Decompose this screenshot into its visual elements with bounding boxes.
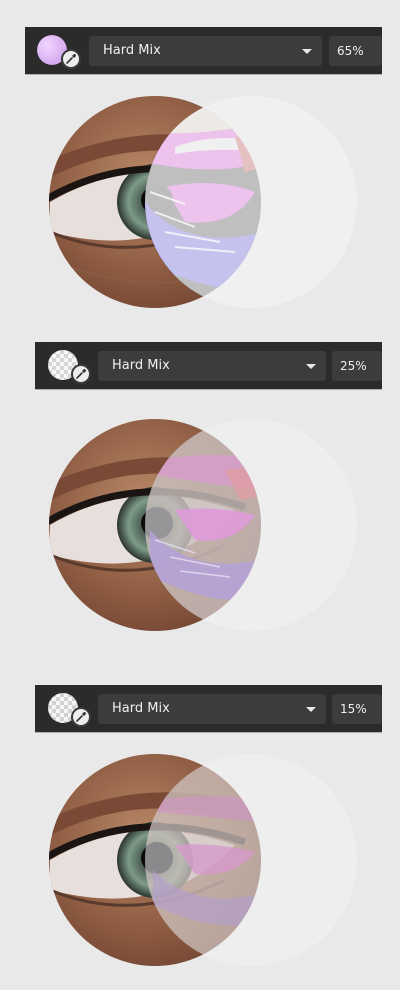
blend-toolbar: Hard Mix 25% <box>35 342 382 389</box>
hard-mix-example-15: Hard Mix 15% <box>0 658 400 988</box>
hard-mix-example-65: Hard Mix 65% <box>0 0 400 330</box>
opacity-value: 15% <box>340 702 367 716</box>
eyedropper-icon <box>66 54 76 64</box>
blend-toolbar: Hard Mix 65% <box>25 27 382 74</box>
hard-mix-example-25: Hard Mix 25% <box>0 315 400 645</box>
blend-toolbar: Hard Mix 15% <box>35 685 382 732</box>
opacity-field[interactable]: 15% <box>332 694 382 724</box>
blend-mode-dropdown[interactable]: Hard Mix <box>98 694 326 724</box>
eye-preview <box>49 754 357 966</box>
opacity-field[interactable]: 25% <box>332 351 382 381</box>
opacity-value: 25% <box>340 359 367 373</box>
chevron-down-icon <box>306 707 316 712</box>
eye-preview <box>49 419 357 631</box>
eyedropper-button[interactable] <box>71 707 91 727</box>
eyedropper-button[interactable] <box>71 364 91 384</box>
blend-mode-label: Hard Mix <box>103 43 161 58</box>
chevron-down-icon <box>302 49 312 54</box>
blend-mode-label: Hard Mix <box>112 701 170 716</box>
blend-mode-dropdown[interactable]: Hard Mix <box>89 36 322 66</box>
blend-mode-label: Hard Mix <box>112 358 170 373</box>
eyedropper-icon <box>76 712 86 722</box>
blend-mode-dropdown[interactable]: Hard Mix <box>98 351 326 381</box>
chevron-down-icon <box>306 364 316 369</box>
opacity-field[interactable]: 65% <box>329 36 382 66</box>
eye-preview <box>49 96 357 308</box>
opacity-value: 65% <box>337 44 364 58</box>
eyedropper-icon <box>76 369 86 379</box>
eyedropper-button[interactable] <box>61 49 81 69</box>
